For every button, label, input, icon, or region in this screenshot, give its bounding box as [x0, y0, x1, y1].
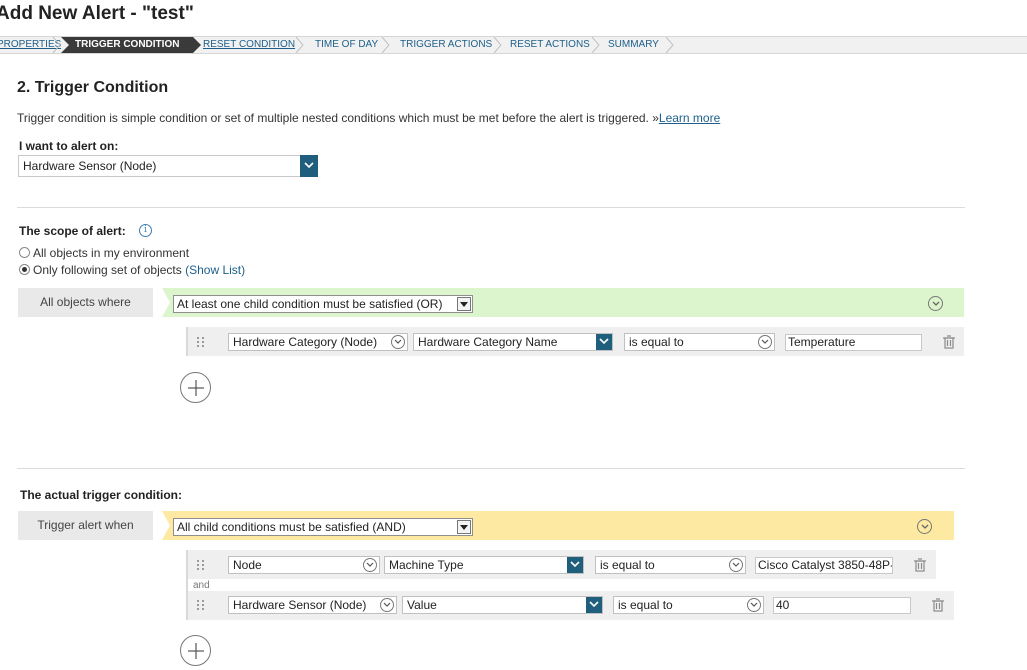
plus-icon — [188, 380, 204, 396]
trigger-object-select[interactable]: Hardware Sensor (Node) — [228, 596, 397, 614]
scope-object-value: Hardware Category (Node) — [233, 335, 378, 349]
crumb-trigger-condition[interactable]: TRIGGER CONDITION — [61, 37, 202, 53]
scope-operator-select[interactable]: is equal to — [624, 333, 775, 351]
trigger-property-select[interactable]: Machine Type — [384, 556, 584, 574]
trigger-property-value: Machine Type — [389, 558, 464, 572]
trigger-operator-value: is equal to — [618, 598, 673, 612]
scope-group-value: At least one child condition must be sat… — [177, 297, 443, 311]
scope-option-all-label: All objects in my environment — [33, 246, 190, 260]
drag-handle-icon[interactable] — [197, 560, 205, 571]
show-list-link[interactable]: (Show List) — [185, 263, 245, 277]
chevron-down-icon[interactable] — [586, 597, 602, 613]
chevron-down-icon[interactable] — [758, 335, 772, 349]
section-heading: 2. Trigger Condition — [17, 79, 169, 96]
scope-group-select[interactable]: At least one child condition must be sat… — [173, 295, 473, 313]
chevron-down-icon[interactable] — [729, 558, 743, 572]
trigger-group-value: All child conditions must be satisfied (… — [177, 520, 406, 534]
scope-option-following-label: Only following set of objects — [33, 263, 182, 277]
trigger-operator-select[interactable]: is equal to — [613, 596, 764, 614]
chevron-right-icon — [295, 37, 304, 53]
chevron-down-icon[interactable] — [596, 334, 612, 350]
scope-property-value: Hardware Category Name — [418, 335, 558, 349]
crumb-reset-condition[interactable]: RESET CONDITION — [203, 37, 295, 53]
chevron-down-icon[interactable] — [567, 557, 583, 573]
drag-handle-icon[interactable] — [197, 337, 205, 348]
trash-icon[interactable] — [943, 335, 955, 349]
learn-more-link[interactable]: Learn more — [659, 111, 720, 125]
radio-button-checked[interactable] — [19, 264, 30, 275]
trigger-label: The actual trigger condition: — [20, 488, 183, 502]
chevron-down-icon[interactable] — [300, 155, 318, 177]
chevron-right-icon — [665, 37, 674, 53]
trigger-group-select[interactable]: All child conditions must be satisfied (… — [173, 518, 473, 536]
trigger-operator-select[interactable]: is equal to — [595, 556, 746, 574]
chevron-down-icon[interactable] — [747, 598, 761, 612]
chevron-down-icon[interactable] — [363, 558, 377, 572]
trigger-side-label: Trigger alert when — [18, 511, 153, 540]
scope-value-input[interactable]: Temperature — [785, 334, 922, 351]
chevron-right-icon — [591, 37, 600, 53]
trigger-operator-value: is equal to — [600, 558, 655, 572]
scope-side-label: All objects where — [18, 288, 153, 317]
trigger-object-value: Node — [233, 558, 262, 572]
drag-handle-icon[interactable] — [197, 600, 205, 611]
scope-property-select[interactable]: Hardware Category Name — [413, 333, 613, 351]
trash-icon[interactable] — [914, 558, 926, 572]
scope-option-following[interactable]: Only following set of objects (Show List… — [19, 263, 245, 277]
scope-object-select[interactable]: Hardware Category (Node) — [228, 333, 408, 351]
description-text: Trigger condition is simple condition or… — [17, 111, 659, 125]
chevron-down-icon[interactable] — [391, 335, 405, 349]
chevron-down-icon[interactable] — [380, 598, 394, 612]
section-description: Trigger condition is simple condition or… — [17, 111, 720, 125]
collapse-icon[interactable] — [917, 519, 932, 534]
crumb-trigger-actions[interactable]: TRIGGER ACTIONS — [400, 37, 492, 53]
trigger-value-input[interactable]: Cisco Catalyst 3850-48P- — [755, 557, 893, 574]
divider — [17, 207, 965, 208]
scope-operator-value: is equal to — [629, 335, 684, 349]
scope-label: The scope of alert: — [19, 224, 126, 238]
page-title: Add New Alert - "test" — [0, 3, 194, 24]
trigger-value-input[interactable]: 40 — [773, 597, 911, 614]
scope-option-all[interactable]: All objects in my environment — [19, 246, 189, 260]
trigger-object-select[interactable]: Node — [228, 556, 380, 574]
alert-on-select[interactable]: Hardware Sensor (Node) — [18, 155, 318, 177]
add-scope-condition-button[interactable] — [180, 372, 211, 403]
crumb-reset-actions[interactable]: RESET ACTIONS — [510, 37, 590, 53]
trigger-object-value: Hardware Sensor (Node) — [233, 598, 367, 612]
plus-icon — [188, 643, 204, 659]
trigger-property-value: Value — [407, 598, 437, 612]
chevron-right-icon — [381, 37, 390, 53]
info-icon[interactable]: i — [139, 224, 152, 237]
chevron-right-icon — [493, 37, 502, 53]
crumb-summary[interactable]: SUMMARY — [608, 37, 659, 53]
alert-on-value: Hardware Sensor (Node) — [23, 159, 157, 173]
chevron-down-icon[interactable] — [457, 297, 471, 311]
divider — [17, 468, 965, 469]
add-trigger-condition-button[interactable] — [180, 635, 211, 666]
conjunction-label: and — [193, 580, 210, 591]
wizard-breadcrumb: PROPERTIES TRIGGER CONDITION RESET CONDI… — [0, 36, 1027, 54]
radio-button[interactable] — [19, 247, 30, 258]
chevron-down-icon[interactable] — [457, 520, 471, 534]
chevron-right-icon — [52, 37, 61, 53]
alert-on-label: I want to alert on: — [19, 139, 119, 153]
trash-icon[interactable] — [932, 598, 944, 612]
crumb-time-of-day[interactable]: TIME OF DAY — [315, 37, 378, 53]
collapse-icon[interactable] — [928, 296, 943, 311]
trigger-property-select[interactable]: Value — [402, 596, 603, 614]
